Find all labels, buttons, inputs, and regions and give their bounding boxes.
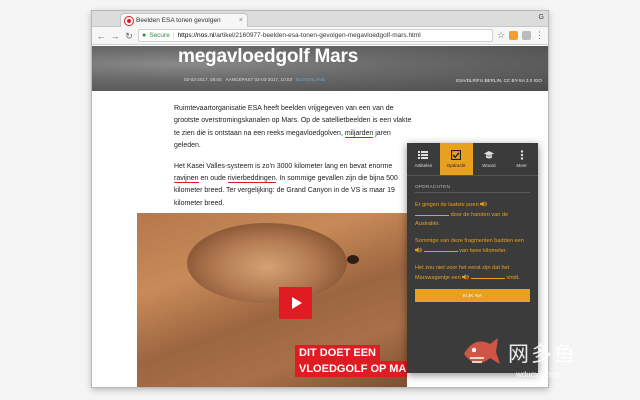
tab-artikelen[interactable]: Artikelen (407, 143, 440, 175)
tab-label: Woord (482, 163, 496, 168)
tab-close-icon[interactable]: × (239, 17, 243, 24)
answer-blank[interactable] (470, 273, 505, 279)
article-meta: 03-03-2017, 08:00 AANGEPAST 03-03-2017, 1… (184, 77, 325, 82)
paragraph-2: Het Kasei Valles-systeem is zo'n 3000 ki… (174, 161, 412, 210)
checkbox-icon (451, 150, 462, 160)
watermark-text: 网多鱼 (508, 342, 577, 366)
question-text: Sommige van deze fragmenten badden een (415, 238, 524, 244)
more-vertical-icon (520, 150, 523, 160)
exercise-1: Er gingen de laatste jaren door de hande… (415, 201, 530, 229)
forward-icon[interactable]: → (110, 27, 120, 45)
back-icon[interactable]: ← (96, 27, 106, 45)
small-crater-image (347, 255, 359, 264)
nos-favicon-icon (125, 16, 133, 25)
category-link[interactable]: BUITENLAND (296, 77, 325, 82)
image-credit: ESA/DLR/FU BERLIN, CC BY-SA 3.0 IGO (456, 78, 542, 83)
tab-title: Beelden ESA tonen gevolgen (136, 17, 221, 24)
answer-blank[interactable] (423, 246, 458, 252)
question-text: van twee kilometer. (459, 248, 508, 254)
hero-banner: megavloedgolf Mars 03-03-2017, 08:00 AANG… (92, 46, 548, 91)
fish-logo-icon (464, 338, 500, 364)
paragraph-text: Het Kasei Valles-systeem is zo'n 3000 ki… (174, 162, 393, 170)
browser-toolbar: ← → ↻ ● Secure | https://nos.nl/artikel/… (92, 27, 548, 45)
url-text: https://nos.nl/artikel/2160977-beelden-e… (178, 32, 421, 39)
tab-label: Meer (516, 163, 527, 168)
paragraph-1: Ruimtevaartorganisatie ESA heeft beelden… (174, 103, 412, 152)
answer-blank[interactable] (415, 210, 449, 216)
tab-woord[interactable]: Woord (473, 143, 506, 175)
exercise-3: Het zou niet voor het eerst zijn dat het… (415, 264, 530, 283)
secure-label: Secure (149, 32, 170, 39)
tab-label: Opdracht (446, 163, 466, 168)
watermark-url: wduoyu.com (516, 370, 561, 379)
question-text: Er gingen de laatste jaren (415, 202, 479, 208)
speaker-icon[interactable] (462, 274, 469, 280)
profile-badge[interactable]: G (539, 14, 544, 21)
tab-strip: Beelden ESA tonen gevolgen × G (92, 11, 548, 27)
highlighted-word[interactable]: rivierbeddingen (227, 174, 276, 183)
tab-meer[interactable]: Meer (505, 143, 538, 175)
updated-date: AANGEPAST 03-03-2017, 10:03 (225, 77, 293, 82)
question-text: vindt. (506, 275, 520, 281)
highlighted-word[interactable]: ravijnen (174, 174, 199, 183)
check-answers-button[interactable]: KIJK NA (415, 289, 530, 302)
article-title: megavloedgolf Mars (178, 46, 359, 67)
extension-2-icon[interactable] (522, 31, 531, 40)
url-host: https://nos.nl (177, 32, 215, 39)
url-separator: | (172, 32, 175, 39)
speaker-icon[interactable] (480, 201, 487, 207)
list-icon (418, 151, 429, 159)
section-title: OPDRACHTEN (415, 184, 530, 193)
address-bar[interactable]: ● Secure | https://nos.nl/artikel/216097… (138, 29, 493, 42)
lock-icon: ● (142, 32, 147, 39)
url-path: /artikel/2160977-beelden-esa-tonen-gevol… (214, 32, 421, 39)
caption-line-1: DIT DOET EEN (295, 345, 381, 361)
browser-menu-icon[interactable]: ⋮ (535, 30, 544, 41)
browser-tab[interactable]: Beelden ESA tonen gevolgen × (120, 13, 248, 27)
play-icon (292, 297, 302, 309)
publish-date: 03-03-2017, 08:00 (184, 77, 222, 82)
video-caption: DIT DOET EEN VLOEDGOLF OP MARS (295, 345, 407, 377)
caption-line-2: VLOEDGOLF OP MARS (295, 361, 407, 377)
watermark: 网多鱼 wduoyu.com (458, 330, 636, 396)
video-player[interactable]: DIT DOET EEN VLOEDGOLF OP MARS (137, 213, 407, 387)
tab-label: Artikelen (414, 163, 433, 168)
highlighted-word[interactable]: miljarden (344, 129, 374, 138)
graduation-cap-icon (483, 151, 494, 159)
article-body: Ruimtevaartorganisatie ESA heeft beelden… (174, 103, 412, 218)
extension-icon[interactable] (509, 31, 518, 40)
panel-tabs: Artikelen Opdracht Woord Meer (407, 143, 538, 176)
reload-icon[interactable]: ↻ (124, 27, 134, 45)
panel-body: OPDRACHTEN Er gingen de laatste jaren do… (407, 176, 538, 302)
mars-crater-image (187, 223, 347, 303)
play-button[interactable] (279, 287, 312, 319)
bookmark-star-icon[interactable]: ☆ (497, 31, 505, 40)
exercise-2: Sommige van deze fragmenten badden een v… (415, 237, 530, 256)
paragraph-text: en oude (198, 174, 228, 182)
speaker-icon[interactable] (415, 247, 422, 253)
tab-opdracht[interactable]: Opdracht (439, 143, 473, 175)
